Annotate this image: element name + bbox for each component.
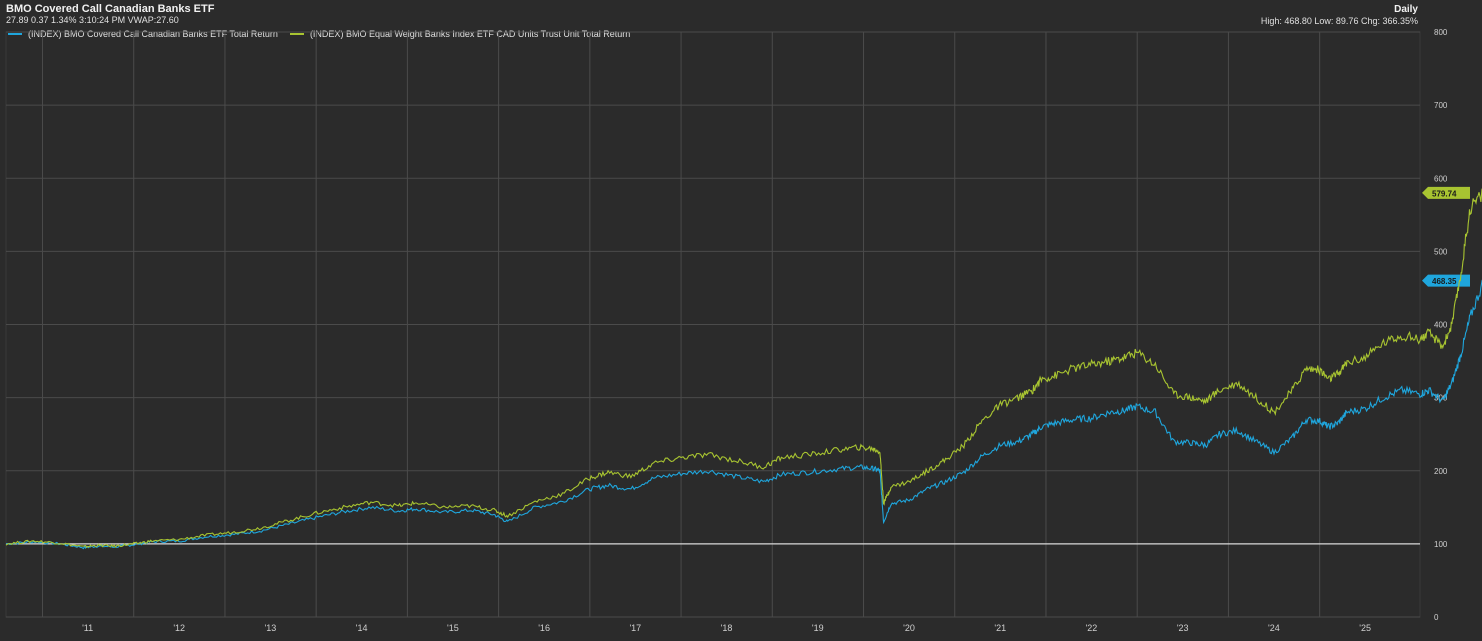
x-tick-label-12: '23: [1177, 623, 1189, 633]
x-tick-label-8: '19: [812, 623, 824, 633]
last-value-label-blue: 468.35: [1432, 277, 1457, 286]
x-tick-label-10: '21: [994, 623, 1006, 633]
y-tick-label-4: 400: [1434, 321, 1448, 330]
line-chart[interactable]: 0100200300400500600700800'11'12'13'14'15…: [0, 0, 1482, 641]
x-tick-label-13: '24: [1268, 623, 1280, 633]
y-tick-label-8: 800: [1434, 28, 1448, 37]
y-tick-label-5: 500: [1434, 247, 1448, 256]
x-tick-label-2: '13: [265, 623, 277, 633]
y-tick-label-2: 200: [1434, 467, 1448, 476]
series-line-blue: [5, 279, 1482, 550]
x-tick-label-6: '17: [629, 623, 641, 633]
x-tick-label-14: '25: [1359, 623, 1371, 633]
x-tick-label-11: '22: [1086, 623, 1098, 633]
x-tick-label-1: '12: [173, 623, 185, 633]
y-tick-label-6: 600: [1434, 174, 1448, 183]
x-tick-label-5: '16: [538, 623, 550, 633]
x-tick-label-3: '14: [356, 623, 368, 633]
y-tick-label-7: 700: [1434, 101, 1448, 110]
last-value-label-green: 579.74: [1432, 189, 1457, 198]
x-tick-label-7: '18: [721, 623, 733, 633]
y-tick-label-1: 100: [1434, 540, 1448, 549]
x-tick-label-4: '15: [447, 623, 459, 633]
x-tick-label-0: '11: [82, 623, 93, 633]
y-tick-label-0: 0: [1434, 613, 1439, 622]
x-tick-label-9: '20: [903, 623, 915, 633]
series-line-green: [5, 188, 1482, 549]
